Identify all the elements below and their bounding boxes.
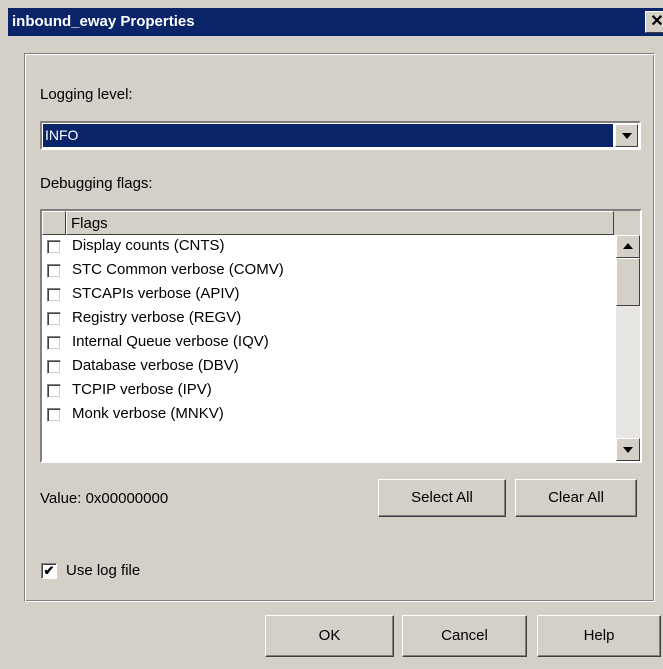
- header-flags-column[interactable]: Flags: [66, 211, 614, 235]
- flag-checkbox[interactable]: [47, 288, 61, 302]
- flag-checkbox[interactable]: [47, 240, 61, 254]
- chevron-down-icon: [622, 133, 632, 139]
- flag-row-iqv[interactable]: Internal Queue verbose (IQV): [42, 331, 616, 355]
- list-header: Flags: [42, 211, 640, 235]
- help-button[interactable]: Help: [537, 615, 661, 657]
- flag-checkbox[interactable]: [47, 336, 61, 350]
- arrow-down-icon: [623, 447, 633, 453]
- flag-label: Database verbose (DBV): [72, 357, 239, 374]
- clear-all-button[interactable]: Clear All: [515, 479, 637, 517]
- cancel-button[interactable]: Cancel: [402, 615, 527, 657]
- logging-level-label: Logging level:: [40, 86, 133, 103]
- flag-row-comv[interactable]: STC Common verbose (COMV): [42, 259, 616, 283]
- use-log-file-checkbox[interactable]: ✔: [41, 563, 57, 579]
- flag-row-ipv[interactable]: TCPIP verbose (IPV): [42, 379, 616, 403]
- flag-label: Internal Queue verbose (IQV): [72, 333, 269, 350]
- flag-checkbox[interactable]: [47, 360, 61, 374]
- flag-label: STCAPIs verbose (APIV): [72, 285, 240, 302]
- flags-list[interactable]: Flags Display counts (CNTS) STC Common v…: [40, 209, 642, 463]
- flag-label: STC Common verbose (COMV): [72, 261, 284, 278]
- flag-checkbox[interactable]: [47, 384, 61, 398]
- title-bar[interactable]: inbound_eway Properties ✕: [8, 8, 663, 36]
- logging-level-select[interactable]: INFO: [40, 121, 641, 150]
- value-readout: Value: 0x00000000: [40, 490, 169, 507]
- flag-checkbox[interactable]: [47, 312, 61, 326]
- flag-row-mnkv[interactable]: Monk verbose (MNKV): [42, 403, 616, 427]
- scroll-up-button[interactable]: [616, 235, 640, 258]
- flag-row-dbv[interactable]: Database verbose (DBV): [42, 355, 616, 379]
- logging-level-value: INFO: [43, 124, 613, 147]
- flag-label: Display counts (CNTS): [72, 237, 225, 254]
- flag-label: Monk verbose (MNKV): [72, 405, 224, 422]
- flag-row-cnts[interactable]: Display counts (CNTS): [42, 235, 616, 259]
- header-check-column[interactable]: [42, 211, 66, 235]
- flags-rows: Display counts (CNTS) STC Common verbose…: [42, 235, 616, 461]
- vertical-scrollbar[interactable]: [616, 235, 640, 461]
- arrow-up-icon: [623, 243, 633, 249]
- properties-dialog: inbound_eway Properties ✕ Logging level:…: [0, 0, 663, 669]
- flag-row-regv[interactable]: Registry verbose (REGV): [42, 307, 616, 331]
- ok-button[interactable]: OK: [265, 615, 394, 657]
- scroll-thumb[interactable]: [616, 258, 640, 306]
- dropdown-button[interactable]: [615, 124, 638, 147]
- flag-checkbox[interactable]: [47, 408, 61, 422]
- close-icon: ✕: [650, 13, 663, 30]
- flag-label: TCPIP verbose (IPV): [72, 381, 212, 398]
- flag-label: Registry verbose (REGV): [72, 309, 242, 326]
- column-header-flags: Flags: [71, 215, 108, 232]
- scroll-down-button[interactable]: [616, 438, 640, 461]
- use-log-file-label: Use log file: [66, 562, 141, 579]
- debugging-flags-label: Debugging flags:: [40, 175, 153, 192]
- checkmark-icon: ✔: [43, 563, 55, 578]
- select-all-button[interactable]: Select All: [378, 479, 506, 517]
- flag-row-apiv[interactable]: STCAPIs verbose (APIV): [42, 283, 616, 307]
- window-title: inbound_eway Properties: [12, 13, 195, 30]
- close-button[interactable]: ✕: [645, 11, 663, 33]
- flag-checkbox[interactable]: [47, 264, 61, 278]
